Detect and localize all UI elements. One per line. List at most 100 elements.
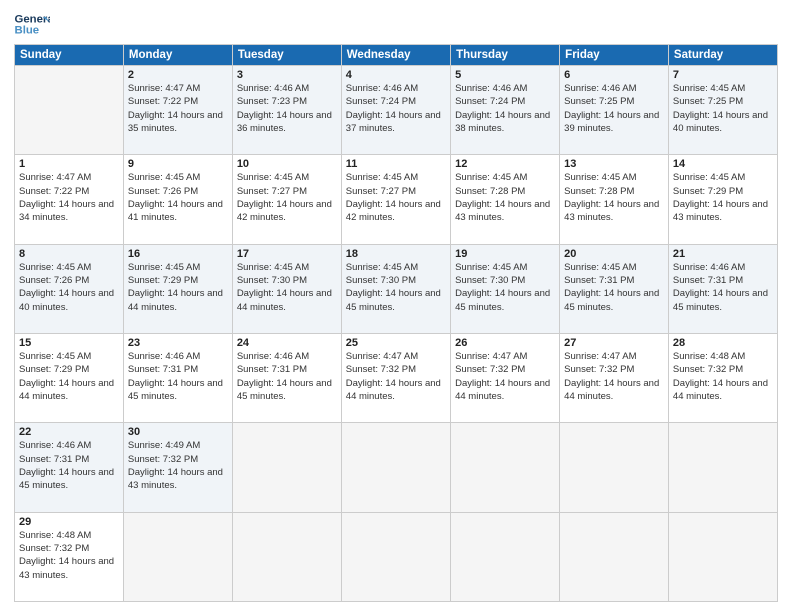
- day-number: 14: [673, 158, 773, 170]
- day-info: Sunrise: 4:46 AMSunset: 7:24 PMDaylight:…: [346, 82, 446, 135]
- calendar-cell: [560, 423, 669, 512]
- calendar-cell: [341, 423, 450, 512]
- logo-icon: General Blue: [14, 10, 50, 38]
- calendar-cell: [123, 512, 232, 601]
- day-info: Sunrise: 4:45 AMSunset: 7:29 PMDaylight:…: [673, 171, 773, 224]
- calendar-cell: 10Sunrise: 4:45 AMSunset: 7:27 PMDayligh…: [232, 155, 341, 244]
- calendar-header-row: SundayMondayTuesdayWednesdayThursdayFrid…: [15, 45, 778, 66]
- day-info: Sunrise: 4:45 AMSunset: 7:27 PMDaylight:…: [346, 171, 446, 224]
- day-info: Sunrise: 4:45 AMSunset: 7:27 PMDaylight:…: [237, 171, 337, 224]
- calendar-cell: 24Sunrise: 4:46 AMSunset: 7:31 PMDayligh…: [232, 333, 341, 422]
- calendar-cell: 16Sunrise: 4:45 AMSunset: 7:29 PMDayligh…: [123, 244, 232, 333]
- calendar-cell: 7Sunrise: 4:45 AMSunset: 7:25 PMDaylight…: [668, 66, 777, 155]
- day-info: Sunrise: 4:45 AMSunset: 7:29 PMDaylight:…: [128, 261, 228, 314]
- day-number: 22: [19, 426, 119, 438]
- day-number: 1: [19, 158, 119, 170]
- day-info: Sunrise: 4:46 AMSunset: 7:25 PMDaylight:…: [564, 82, 664, 135]
- day-number: 8: [19, 248, 119, 260]
- calendar-cell: 22Sunrise: 4:46 AMSunset: 7:31 PMDayligh…: [15, 423, 124, 512]
- calendar-cell: 29Sunrise: 4:48 AMSunset: 7:32 PMDayligh…: [15, 512, 124, 601]
- day-info: Sunrise: 4:46 AMSunset: 7:31 PMDaylight:…: [673, 261, 773, 314]
- calendar-cell: [560, 512, 669, 601]
- day-number: 15: [19, 337, 119, 349]
- calendar-cell: 14Sunrise: 4:45 AMSunset: 7:29 PMDayligh…: [668, 155, 777, 244]
- day-number: 7: [673, 69, 773, 81]
- day-number: 3: [237, 69, 337, 81]
- calendar-cell: 25Sunrise: 4:47 AMSunset: 7:32 PMDayligh…: [341, 333, 450, 422]
- calendar-cell: 3Sunrise: 4:46 AMSunset: 7:23 PMDaylight…: [232, 66, 341, 155]
- calendar-cell: 17Sunrise: 4:45 AMSunset: 7:30 PMDayligh…: [232, 244, 341, 333]
- day-header: Monday: [123, 45, 232, 66]
- day-header: Saturday: [668, 45, 777, 66]
- calendar-cell: [451, 512, 560, 601]
- day-info: Sunrise: 4:48 AMSunset: 7:32 PMDaylight:…: [19, 529, 119, 582]
- day-number: 10: [237, 158, 337, 170]
- day-number: 13: [564, 158, 664, 170]
- day-number: 17: [237, 248, 337, 260]
- day-header: Thursday: [451, 45, 560, 66]
- calendar-cell: 13Sunrise: 4:45 AMSunset: 7:28 PMDayligh…: [560, 155, 669, 244]
- day-header: Wednesday: [341, 45, 450, 66]
- calendar-cell: 5Sunrise: 4:46 AMSunset: 7:24 PMDaylight…: [451, 66, 560, 155]
- calendar-week-row: 1Sunrise: 4:47 AMSunset: 7:22 PMDaylight…: [15, 155, 778, 244]
- svg-text:General: General: [15, 13, 51, 25]
- day-info: Sunrise: 4:47 AMSunset: 7:32 PMDaylight:…: [455, 350, 555, 403]
- day-info: Sunrise: 4:45 AMSunset: 7:26 PMDaylight:…: [19, 261, 119, 314]
- calendar-cell: [668, 512, 777, 601]
- day-info: Sunrise: 4:45 AMSunset: 7:29 PMDaylight:…: [19, 350, 119, 403]
- day-info: Sunrise: 4:47 AMSunset: 7:22 PMDaylight:…: [128, 82, 228, 135]
- day-info: Sunrise: 4:45 AMSunset: 7:30 PMDaylight:…: [237, 261, 337, 314]
- calendar-cell: 30Sunrise: 4:49 AMSunset: 7:32 PMDayligh…: [123, 423, 232, 512]
- day-number: 27: [564, 337, 664, 349]
- day-header: Friday: [560, 45, 669, 66]
- calendar-week-row: 15Sunrise: 4:45 AMSunset: 7:29 PMDayligh…: [15, 333, 778, 422]
- day-info: Sunrise: 4:48 AMSunset: 7:32 PMDaylight:…: [673, 350, 773, 403]
- calendar-cell: [451, 423, 560, 512]
- day-info: Sunrise: 4:46 AMSunset: 7:31 PMDaylight:…: [19, 439, 119, 492]
- calendar-week-row: 8Sunrise: 4:45 AMSunset: 7:26 PMDaylight…: [15, 244, 778, 333]
- day-number: 30: [128, 426, 228, 438]
- day-number: 11: [346, 158, 446, 170]
- day-number: 23: [128, 337, 228, 349]
- calendar-cell: [668, 423, 777, 512]
- day-number: 25: [346, 337, 446, 349]
- calendar-cell: 12Sunrise: 4:45 AMSunset: 7:28 PMDayligh…: [451, 155, 560, 244]
- day-info: Sunrise: 4:45 AMSunset: 7:28 PMDaylight:…: [455, 171, 555, 224]
- calendar-cell: 2Sunrise: 4:47 AMSunset: 7:22 PMDaylight…: [123, 66, 232, 155]
- day-number: 4: [346, 69, 446, 81]
- calendar-cell: [232, 512, 341, 601]
- day-number: 2: [128, 69, 228, 81]
- calendar-table: SundayMondayTuesdayWednesdayThursdayFrid…: [14, 44, 778, 602]
- calendar-cell: 18Sunrise: 4:45 AMSunset: 7:30 PMDayligh…: [341, 244, 450, 333]
- day-info: Sunrise: 4:47 AMSunset: 7:32 PMDaylight:…: [346, 350, 446, 403]
- calendar-cell: 23Sunrise: 4:46 AMSunset: 7:31 PMDayligh…: [123, 333, 232, 422]
- day-info: Sunrise: 4:46 AMSunset: 7:31 PMDaylight:…: [128, 350, 228, 403]
- day-number: 29: [19, 516, 119, 528]
- calendar-cell: 21Sunrise: 4:46 AMSunset: 7:31 PMDayligh…: [668, 244, 777, 333]
- calendar-cell: 1Sunrise: 4:47 AMSunset: 7:22 PMDaylight…: [15, 155, 124, 244]
- day-number: 6: [564, 69, 664, 81]
- calendar-cell: 8Sunrise: 4:45 AMSunset: 7:26 PMDaylight…: [15, 244, 124, 333]
- day-number: 24: [237, 337, 337, 349]
- day-info: Sunrise: 4:45 AMSunset: 7:28 PMDaylight:…: [564, 171, 664, 224]
- day-info: Sunrise: 4:46 AMSunset: 7:24 PMDaylight:…: [455, 82, 555, 135]
- day-header: Sunday: [15, 45, 124, 66]
- day-info: Sunrise: 4:45 AMSunset: 7:31 PMDaylight:…: [564, 261, 664, 314]
- day-number: 19: [455, 248, 555, 260]
- day-info: Sunrise: 4:45 AMSunset: 7:26 PMDaylight:…: [128, 171, 228, 224]
- day-number: 9: [128, 158, 228, 170]
- day-info: Sunrise: 4:45 AMSunset: 7:30 PMDaylight:…: [455, 261, 555, 314]
- day-info: Sunrise: 4:49 AMSunset: 7:32 PMDaylight:…: [128, 439, 228, 492]
- day-number: 26: [455, 337, 555, 349]
- day-number: 18: [346, 248, 446, 260]
- calendar-cell: 27Sunrise: 4:47 AMSunset: 7:32 PMDayligh…: [560, 333, 669, 422]
- day-info: Sunrise: 4:46 AMSunset: 7:31 PMDaylight:…: [237, 350, 337, 403]
- calendar-cell: [15, 66, 124, 155]
- calendar-cell: 19Sunrise: 4:45 AMSunset: 7:30 PMDayligh…: [451, 244, 560, 333]
- day-info: Sunrise: 4:45 AMSunset: 7:25 PMDaylight:…: [673, 82, 773, 135]
- logo: General Blue: [14, 10, 50, 38]
- svg-text:Blue: Blue: [15, 25, 40, 37]
- day-number: 12: [455, 158, 555, 170]
- day-info: Sunrise: 4:47 AMSunset: 7:22 PMDaylight:…: [19, 171, 119, 224]
- calendar-cell: 11Sunrise: 4:45 AMSunset: 7:27 PMDayligh…: [341, 155, 450, 244]
